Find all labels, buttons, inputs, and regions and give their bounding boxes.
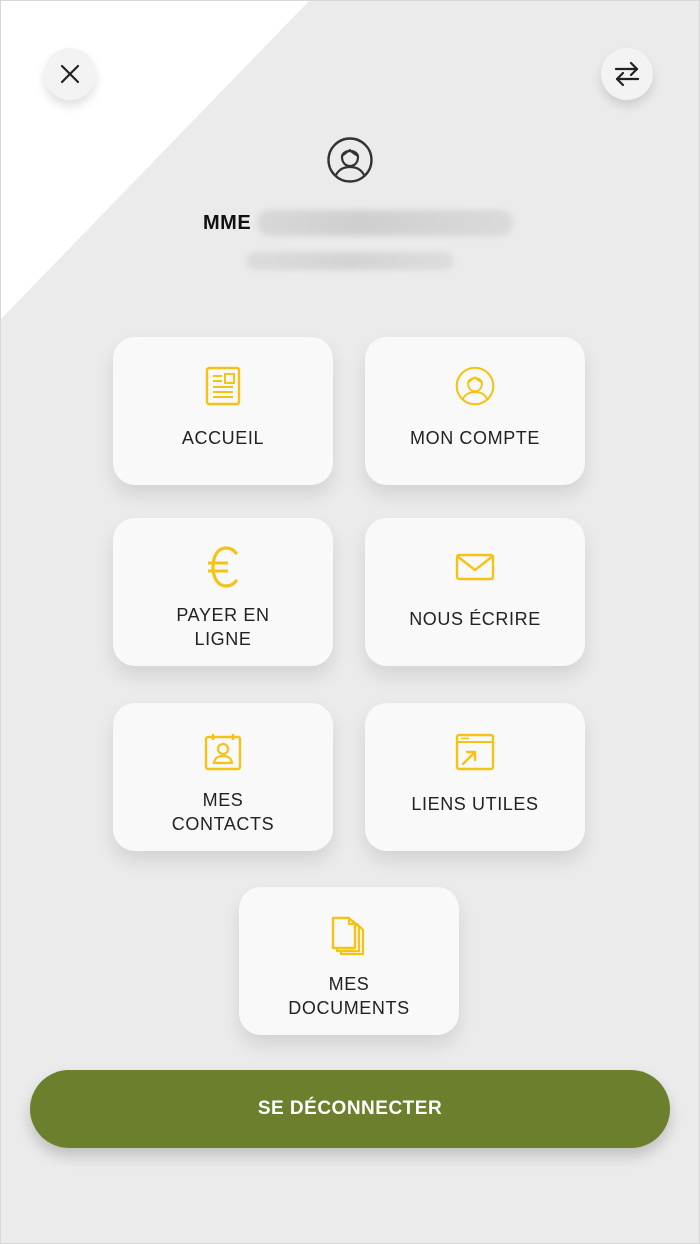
user-name-prefix: MME <box>203 211 252 234</box>
menu-tile-label: MON COMPTE <box>410 428 540 448</box>
logout-button[interactable]: SE DÉCONNECTER <box>30 1070 670 1148</box>
switch-account-button[interactable] <box>601 48 653 100</box>
close-icon <box>59 63 81 85</box>
menu-tile-label: LIENS UTILES <box>411 794 539 814</box>
menu-tile-mes-documents[interactable]: MES DOCUMENTS <box>239 887 459 1035</box>
redacted-user-name <box>257 210 514 236</box>
contact-card-icon <box>203 730 243 774</box>
menu-tile-accueil[interactable]: ACCUEIL <box>113 337 333 485</box>
menu-tile-liens-utiles[interactable]: LIENS UTILES <box>365 703 585 851</box>
menu-tile-payer-en-ligne[interactable]: PAYER EN LIGNE <box>113 518 333 666</box>
corner-decoration <box>0 0 310 320</box>
menu-tile-mes-contacts[interactable]: MES CONTACTS <box>113 703 333 851</box>
user-name: MME <box>203 208 514 238</box>
menu-tile-label: PAYER EN LIGNE <box>176 605 270 649</box>
switch-arrows-icon <box>613 60 641 88</box>
menu-tile-label: MES DOCUMENTS <box>288 974 410 1018</box>
newspaper-icon <box>205 364 241 408</box>
envelope-icon <box>455 545 495 589</box>
close-button[interactable] <box>44 48 96 100</box>
user-avatar-icon <box>327 137 373 183</box>
user-circle-icon <box>455 364 495 408</box>
documents-icon <box>331 914 367 958</box>
euro-icon <box>206 545 240 589</box>
menu-tile-mon-compte[interactable]: MON COMPTE <box>365 337 585 485</box>
menu-tile-label: MES CONTACTS <box>171 790 275 834</box>
external-link-window-icon <box>455 730 495 774</box>
menu-tile-label: NOUS ÉCRIRE <box>409 609 541 629</box>
menu-tile-label: ACCUEIL <box>181 428 265 448</box>
redacted-user-email <box>246 252 454 270</box>
menu-tile-nous-ecrire[interactable]: NOUS ÉCRIRE <box>365 518 585 666</box>
